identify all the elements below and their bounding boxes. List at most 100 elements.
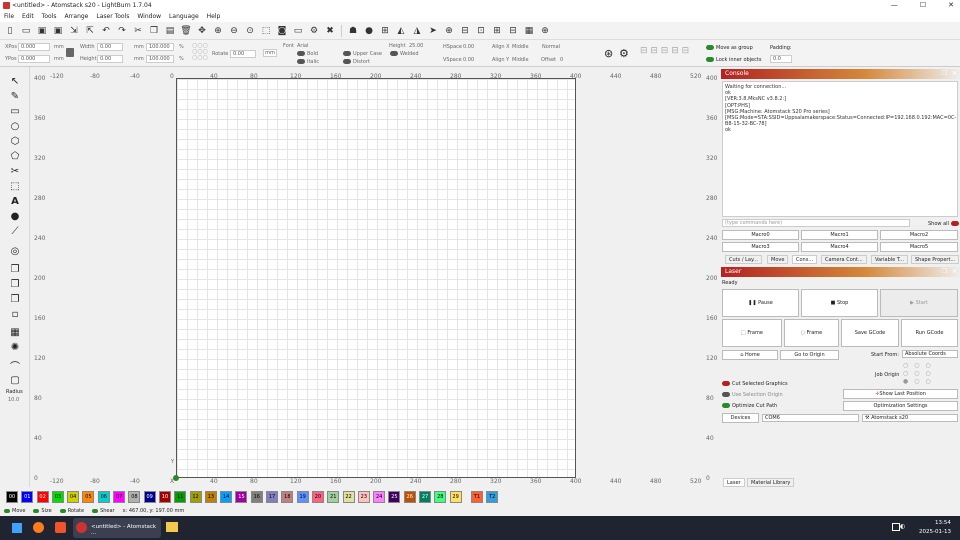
show-last-position-button[interactable]: ✛ Show Last Position xyxy=(843,389,958,399)
palette-swatch-07[interactable]: 07 xyxy=(113,490,126,503)
palette-swatch-11[interactable]: 11 xyxy=(174,490,187,503)
zoom-out-icon[interactable]: ⊖ xyxy=(229,25,240,36)
move-toggle[interactable] xyxy=(4,508,10,513)
shear-toggle[interactable] xyxy=(92,508,99,513)
cut-selected-toggle[interactable] xyxy=(722,381,730,386)
move-group-toggle[interactable] xyxy=(706,45,714,50)
console-command-input[interactable]: (type commands here) xyxy=(722,219,910,227)
lock-inner-toggle[interactable] xyxy=(706,57,714,62)
undo-icon[interactable]: ↶ xyxy=(101,25,112,36)
apply-path-icon[interactable]: ⚙ xyxy=(619,47,629,60)
maximize-button[interactable]: ☐ xyxy=(920,0,926,11)
align-x-select[interactable]: Middle xyxy=(512,44,529,50)
radius-input[interactable]: 10.0 xyxy=(8,397,19,403)
use-selection-origin-toggle[interactable] xyxy=(722,392,730,397)
new-file-icon[interactable]: ▯ xyxy=(5,25,16,36)
import-icon[interactable]: ⇲ xyxy=(69,25,80,36)
run-gcode-button[interactable]: Run GCode xyxy=(901,319,958,347)
palette-swatch-16[interactable]: 16 xyxy=(250,490,263,503)
frame-tool-icon[interactable]: ⬚ xyxy=(8,180,22,193)
palette-swatch-18[interactable]: 18 xyxy=(281,490,294,503)
text-mode-select[interactable]: Normal xyxy=(542,44,560,50)
palette-swatch-21[interactable]: 21 xyxy=(327,490,340,503)
rotate-input[interactable]: 0.00 xyxy=(230,50,256,58)
save-file-icon[interactable]: ▣ xyxy=(37,25,48,36)
tab-variable-text[interactable]: Variable T... xyxy=(871,255,909,264)
laser-close-icon[interactable]: ✕ xyxy=(952,267,957,277)
target-icon[interactable]: ⊕ xyxy=(444,25,455,36)
welded-toggle[interactable] xyxy=(390,51,398,56)
size-toggle[interactable] xyxy=(33,508,40,513)
vspace-input[interactable]: 0.00 xyxy=(463,57,474,63)
ellipse-tool-icon[interactable]: ○ xyxy=(8,120,22,133)
flip-v-icon[interactable]: ◮ xyxy=(412,25,423,36)
palette-swatch-19[interactable]: 19 xyxy=(296,490,309,503)
start-button[interactable]: ▶ Start xyxy=(880,289,958,317)
menu-window[interactable]: Window xyxy=(137,13,161,20)
lock-icon[interactable] xyxy=(66,48,74,57)
optimize-path-toggle[interactable] xyxy=(722,403,730,408)
macro3-button[interactable]: Macro3 xyxy=(722,242,799,252)
palette-swatch-24[interactable]: 24 xyxy=(373,490,386,503)
tab-shape-properties[interactable]: Shape Propert... xyxy=(911,255,960,264)
upper-case-toggle[interactable] xyxy=(343,51,351,56)
xpos-input[interactable]: 0.000 xyxy=(18,43,50,51)
align-icon[interactable]: ⊟ xyxy=(460,25,471,36)
port-select[interactable]: COM6 xyxy=(762,414,859,422)
palette-swatch-09[interactable]: 09 xyxy=(143,490,156,503)
measure-tool-icon[interactable]: ⟋ xyxy=(8,225,22,238)
zoom-in-icon[interactable]: ⊕ xyxy=(213,25,224,36)
macro2-button[interactable]: Macro2 xyxy=(880,230,958,240)
union-tool-icon[interactable]: ❐ xyxy=(8,278,22,291)
go-to-origin-button[interactable]: Go to Origin xyxy=(780,350,839,360)
notification-icon[interactable] xyxy=(892,523,900,531)
send-icon[interactable]: ➤ xyxy=(428,25,439,36)
palette-swatch-20[interactable]: 20 xyxy=(311,490,324,503)
tab-console[interactable]: Cons... xyxy=(792,255,818,264)
align-center-icon[interactable]: ⊞ xyxy=(492,25,503,36)
circular-array-icon[interactable]: ✺ xyxy=(8,341,22,354)
cut-icon[interactable]: ✂ xyxy=(133,25,144,36)
font-select[interactable]: Arial xyxy=(297,43,308,49)
width-input[interactable]: 0.00 xyxy=(97,43,123,51)
palette-swatch-29[interactable]: 29 xyxy=(449,490,462,503)
palette-swatch-14[interactable]: 14 xyxy=(220,490,233,503)
menu-file[interactable]: File xyxy=(4,13,14,20)
palette-swatch-T1[interactable]: T1 xyxy=(470,490,483,503)
user-icon[interactable]: ● xyxy=(364,25,375,36)
polygon-tool-icon[interactable]: ⬡ xyxy=(8,135,22,148)
palette-swatch-27[interactable]: 27 xyxy=(419,490,432,503)
palette-swatch-03[interactable]: 03 xyxy=(51,490,64,503)
stop-button[interactable]: ■ Stop xyxy=(801,289,878,317)
tab-material-library[interactable]: Material Library xyxy=(747,478,795,487)
palette-swatch-23[interactable]: 23 xyxy=(357,490,370,503)
intersect-tool-icon[interactable]: ▫ xyxy=(8,308,22,321)
weld-tool-icon[interactable]: ❐ xyxy=(8,263,22,276)
macro1-button[interactable]: Macro1 xyxy=(801,230,878,240)
ypos-input[interactable]: 0.000 xyxy=(18,55,50,63)
hspace-input[interactable]: 0.00 xyxy=(463,44,474,50)
palette-swatch-12[interactable]: 12 xyxy=(189,490,202,503)
console-float-icon[interactable]: ❐ xyxy=(942,69,947,79)
palette-swatch-13[interactable]: 13 xyxy=(204,490,217,503)
macro0-button[interactable]: Macro0 xyxy=(722,230,799,240)
palette-swatch-T2[interactable]: T2 xyxy=(486,490,499,503)
start-from-select[interactable]: Absolute Coords xyxy=(902,350,958,358)
optimization-settings-button[interactable]: Optimization Settings xyxy=(843,401,958,411)
distribute-icon[interactable]: ⊡ xyxy=(476,25,487,36)
firefox-icon[interactable] xyxy=(33,522,44,533)
brave-icon[interactable] xyxy=(55,522,66,533)
frame-rect-button[interactable]: ⬚ Frame xyxy=(722,319,782,347)
palette-swatch-26[interactable]: 26 xyxy=(403,490,416,503)
offset-input[interactable]: 0 xyxy=(560,57,563,63)
position-icon[interactable]: ⊛ xyxy=(604,47,613,60)
open-file-icon[interactable]: ▭ xyxy=(21,25,32,36)
round-corner-icon[interactable]: ▢ xyxy=(8,374,22,387)
frame-circle-button[interactable]: ◌ Frame xyxy=(784,319,839,347)
palette-swatch-01[interactable]: 01 xyxy=(21,490,34,503)
scissors-tool-icon[interactable]: ✂ xyxy=(8,165,22,178)
users-icon[interactable]: ☗ xyxy=(348,25,359,36)
grid-icon[interactable]: ▦ xyxy=(524,25,535,36)
move-view-icon[interactable]: ✥ xyxy=(197,25,208,36)
rotate-toggle[interactable] xyxy=(59,508,66,513)
